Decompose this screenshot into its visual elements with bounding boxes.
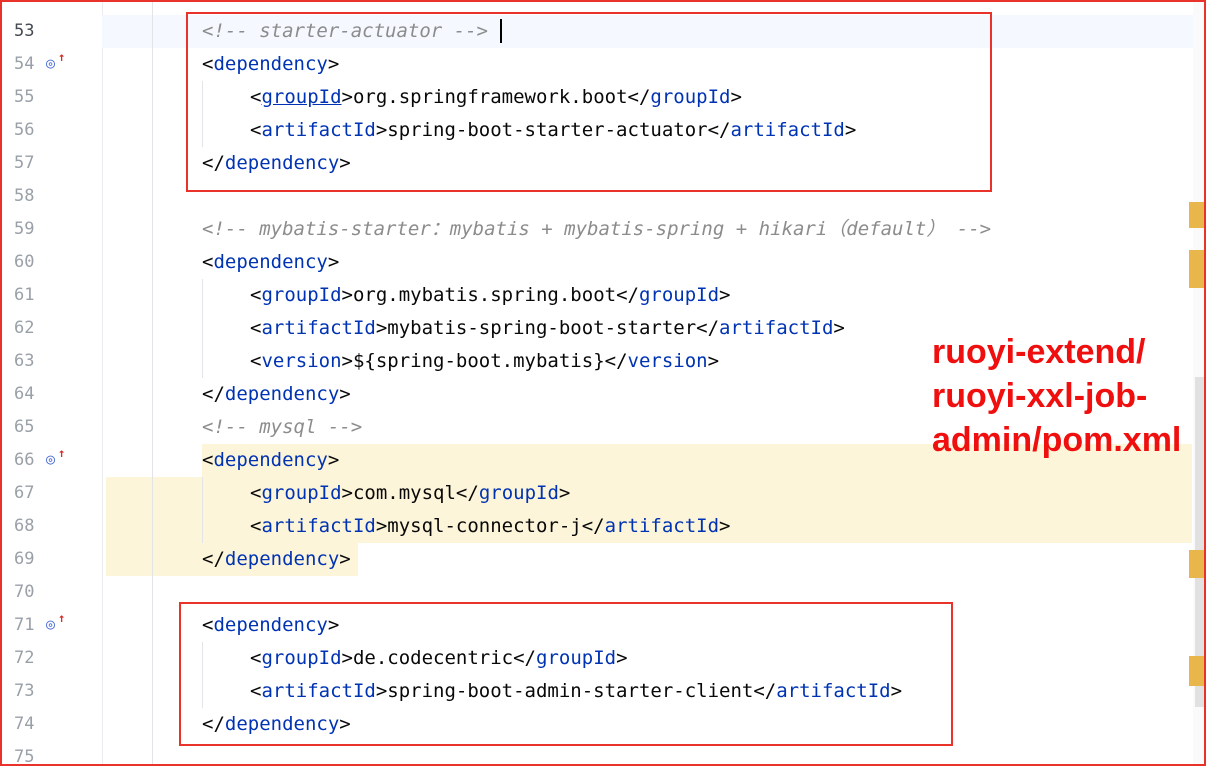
code-text: >org.mybatis.spring.boot</ xyxy=(341,284,639,306)
line-number: 61 xyxy=(14,285,35,305)
code-text: < xyxy=(250,317,262,339)
line-number: 59 xyxy=(14,219,35,239)
code-text: < xyxy=(202,449,214,471)
xml-tag-name: groupId xyxy=(261,284,342,306)
line-number: 73 xyxy=(14,681,35,701)
code-text: > xyxy=(719,515,731,537)
code-line[interactable]: </dependency> xyxy=(202,378,351,411)
code-text: > xyxy=(339,383,351,405)
code-line[interactable]: <!-- mysql --> xyxy=(202,411,362,444)
code-line[interactable]: <!-- mybatis-starter：mybatis + mybatis-s… xyxy=(202,213,991,246)
code-text: > xyxy=(719,284,731,306)
line-number: 72 xyxy=(14,648,35,668)
xml-tag-name: dependency xyxy=(224,548,340,570)
line-number: 60 xyxy=(14,252,35,272)
line-number: 58 xyxy=(14,186,35,206)
line-number: 62 xyxy=(14,318,35,338)
line-number: 70 xyxy=(14,582,35,602)
line-number: 64 xyxy=(14,384,35,404)
code-text: </ xyxy=(202,383,225,405)
code-text: < xyxy=(250,515,262,537)
line-number: 54 xyxy=(14,54,35,74)
implemented-target-icon[interactable]: ◎ ↑ xyxy=(46,446,68,470)
xml-tag-name: dependency xyxy=(213,251,328,273)
line-number: 75 xyxy=(14,747,35,766)
xml-tag-name: version xyxy=(627,350,708,372)
xml-tag-name: artifactId xyxy=(261,317,376,339)
code-line[interactable]: <groupId>org.mybatis.spring.boot</groupI… xyxy=(250,279,730,312)
code-text: >com.mysql</ xyxy=(341,482,479,504)
scroll-marker[interactable] xyxy=(1189,202,1204,228)
code-text: > xyxy=(833,317,845,339)
code-text: > xyxy=(327,251,340,273)
code-text: > xyxy=(707,350,720,372)
code-editor[interactable]: 53 54 55 56 57 58 59 60 61 62 63 64 65 66 67 68 69 70 71 72… xyxy=(0,0,1206,766)
code-line[interactable]: <groupId>com.mysql</groupId> xyxy=(250,477,570,510)
code-line[interactable]: </dependency> xyxy=(202,543,351,576)
line-number: 63 xyxy=(14,351,35,371)
xml-tag-name: groupId xyxy=(261,482,342,504)
code-text: < xyxy=(250,482,262,504)
xml-tag-name: groupId xyxy=(478,482,559,504)
scroll-marker[interactable] xyxy=(1189,250,1204,288)
code-text: < xyxy=(250,284,262,306)
line-number: 66 xyxy=(14,450,35,470)
indent-guide xyxy=(202,279,203,378)
indent-guide xyxy=(152,2,153,764)
code-line[interactable]: <version>${spring-boot.mybatis}</version… xyxy=(250,345,719,378)
file-path-annotation: ruoyi-extend/ ruoyi-xxl-job- admin/pom.x… xyxy=(932,333,1182,459)
line-number: 65 xyxy=(14,417,35,437)
line-number: 71 xyxy=(14,615,35,635)
code-line[interactable]: <artifactId>mybatis-spring-boot-starter<… xyxy=(250,312,845,345)
line-number: 67 xyxy=(14,483,35,503)
implemented-target-icon[interactable]: ◎ ↑ xyxy=(46,611,68,635)
implemented-target-icon[interactable]: ◎ ↑ xyxy=(46,50,68,74)
code-text: >mysql-connector-j</ xyxy=(375,515,605,537)
xml-tag-name: dependency xyxy=(213,449,328,471)
code-text: > xyxy=(327,449,340,471)
line-number: 55 xyxy=(14,87,35,107)
line-number: 57 xyxy=(14,153,35,173)
code-text: < xyxy=(202,251,214,273)
xml-tag-name: version xyxy=(261,350,342,372)
highlight-box-actuator xyxy=(186,12,992,192)
xml-comment: <!-- mysql --> xyxy=(202,416,363,438)
indent-guide xyxy=(202,477,203,543)
xml-tag-name: artifactId xyxy=(604,515,720,537)
scroll-marker[interactable] xyxy=(1189,550,1204,578)
line-number: 68 xyxy=(14,516,35,536)
xml-tag-name: artifactId xyxy=(719,317,834,339)
xml-comment: <!-- mybatis-starter：mybatis + mybatis-s… xyxy=(202,218,992,240)
line-number: 53 xyxy=(14,21,35,41)
code-text: > xyxy=(339,548,351,570)
code-line[interactable]: <artifactId>mysql-connector-j</artifactI… xyxy=(250,510,730,543)
highlight-box-admin-client xyxy=(179,602,953,746)
scroll-marker[interactable] xyxy=(1189,656,1204,686)
code-line[interactable]: <dependency> xyxy=(202,444,339,477)
xml-tag-name: dependency xyxy=(224,383,340,405)
code-text: >mybatis-spring-boot-starter</ xyxy=(375,317,720,339)
line-number: 69 xyxy=(14,549,35,569)
code-text: >${spring-boot.mybatis}</ xyxy=(341,350,628,372)
line-number-gutter: 53 54 55 56 57 58 59 60 61 62 63 64 65 66 67 68 69 70 71 72… xyxy=(2,2,103,764)
code-text: > xyxy=(558,482,571,504)
code-text: < xyxy=(250,350,262,372)
xml-tag-name: groupId xyxy=(638,284,720,306)
xml-tag-name: artifactId xyxy=(261,515,376,537)
line-number: 74 xyxy=(14,714,35,734)
code-line[interactable]: <dependency> xyxy=(202,246,339,279)
line-number: 56 xyxy=(14,120,35,140)
code-text: </ xyxy=(202,548,225,570)
